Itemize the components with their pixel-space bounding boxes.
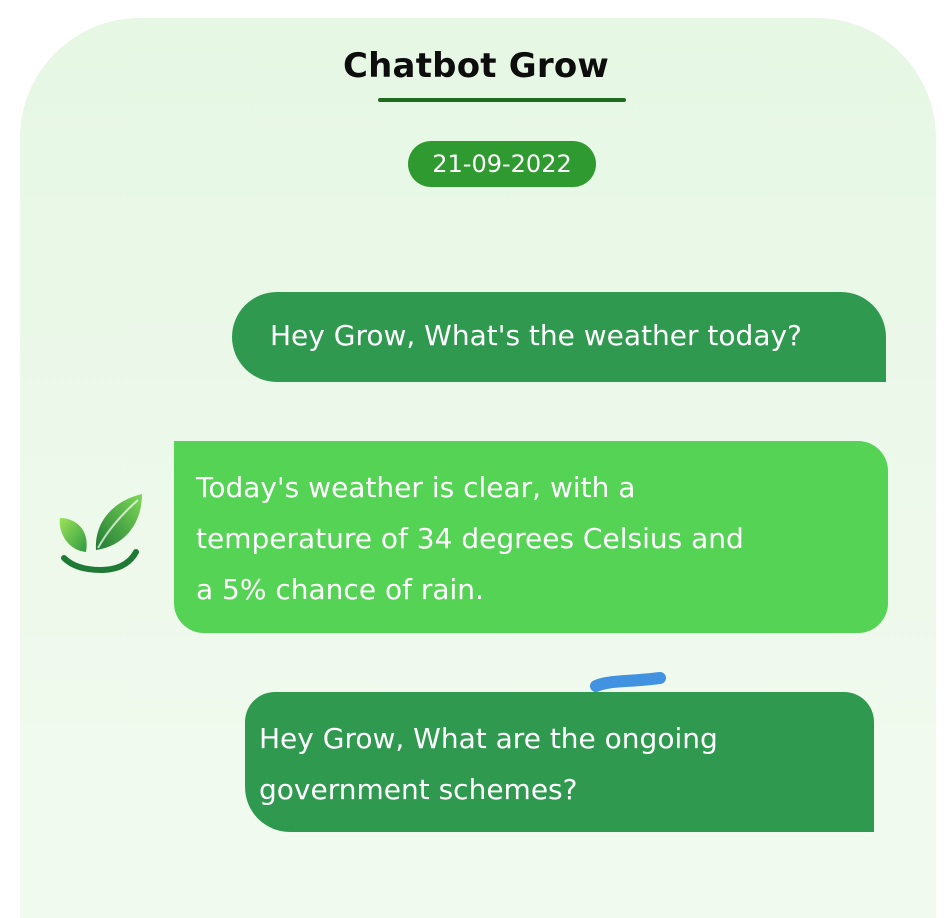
- user-message-bubble[interactable]: Hey Grow, What are the ongoing governmen…: [245, 692, 874, 832]
- bot-message-bubble[interactable]: Today's weather is clear, with a tempera…: [174, 441, 888, 633]
- leaf-bowl-logo-icon: [59, 494, 142, 574]
- title-underline: [378, 98, 626, 102]
- user-message-bubble[interactable]: Hey Grow, What's the weather today?: [232, 292, 886, 382]
- page-title: Chatbot Grow: [343, 46, 609, 86]
- date-badge: 21-09-2022: [408, 141, 596, 187]
